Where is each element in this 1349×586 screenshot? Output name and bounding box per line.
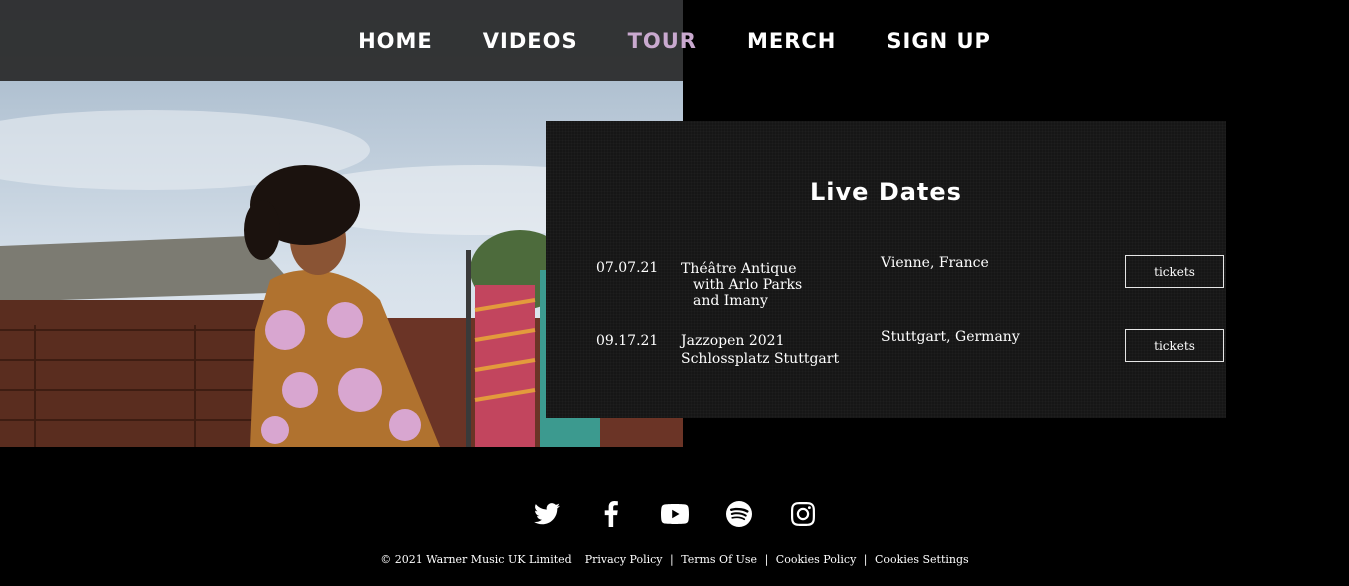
tickets-button[interactable]: tickets — [1125, 255, 1224, 288]
privacy-policy-link[interactable]: Privacy Policy — [585, 553, 663, 566]
event-date: 07.07.21 — [596, 260, 659, 276]
main-nav: HOME VIDEOS TOUR MERCH SIGN UP — [0, 0, 1349, 81]
tour-title-wrap: Live Dates — [546, 178, 1226, 206]
instagram-icon[interactable] — [789, 500, 817, 528]
copyright: © 2021 Warner Music UK Limited — [380, 553, 572, 566]
tour-panel: Live Dates 07.07.21 Théâtre Antique with… — [546, 121, 1226, 418]
event-venue: Jazzopen 2021 Schlossplatz Stuttgart — [681, 333, 851, 367]
social-links — [0, 500, 1349, 528]
cookies-policy-link[interactable]: Cookies Policy — [776, 553, 857, 566]
event-venue-line: Schlossplatz Stuttgart — [681, 351, 840, 367]
twitter-icon[interactable] — [533, 500, 561, 528]
nav-sign-up[interactable]: SIGN UP — [886, 29, 991, 53]
cookies-settings-link[interactable]: Cookies Settings — [875, 553, 969, 566]
nav-tour[interactable]: TOUR — [628, 29, 697, 53]
nav-merch[interactable]: MERCH — [747, 29, 836, 53]
event-venue: Théâtre Antique with Arlo Parks and Iman… — [681, 261, 851, 309]
footer: © 2021 Warner Music UK Limited Privacy P… — [0, 553, 1349, 566]
footer-separator: | — [764, 553, 769, 566]
tour-title: Live Dates — [810, 178, 962, 206]
footer-separator: | — [863, 553, 868, 566]
event-date: 09.17.21 — [596, 333, 659, 349]
facebook-icon[interactable] — [597, 500, 625, 528]
event-venue-line: and Imany — [693, 293, 768, 309]
event-venue-line: Théâtre Antique — [681, 261, 797, 277]
event-venue-line: with Arlo Parks — [693, 277, 803, 293]
tickets-button[interactable]: tickets — [1125, 329, 1224, 362]
spotify-icon[interactable] — [725, 500, 753, 528]
event-city: Vienne, France — [881, 255, 989, 271]
event-city: Stuttgart, Germany — [881, 329, 1020, 345]
youtube-icon[interactable] — [660, 500, 689, 528]
event-venue-line: Jazzopen 2021 — [681, 333, 785, 349]
nav-videos[interactable]: VIDEOS — [483, 29, 578, 53]
terms-of-use-link[interactable]: Terms Of Use — [681, 553, 757, 566]
footer-separator: | — [670, 553, 674, 566]
nav-home[interactable]: HOME — [358, 29, 433, 53]
